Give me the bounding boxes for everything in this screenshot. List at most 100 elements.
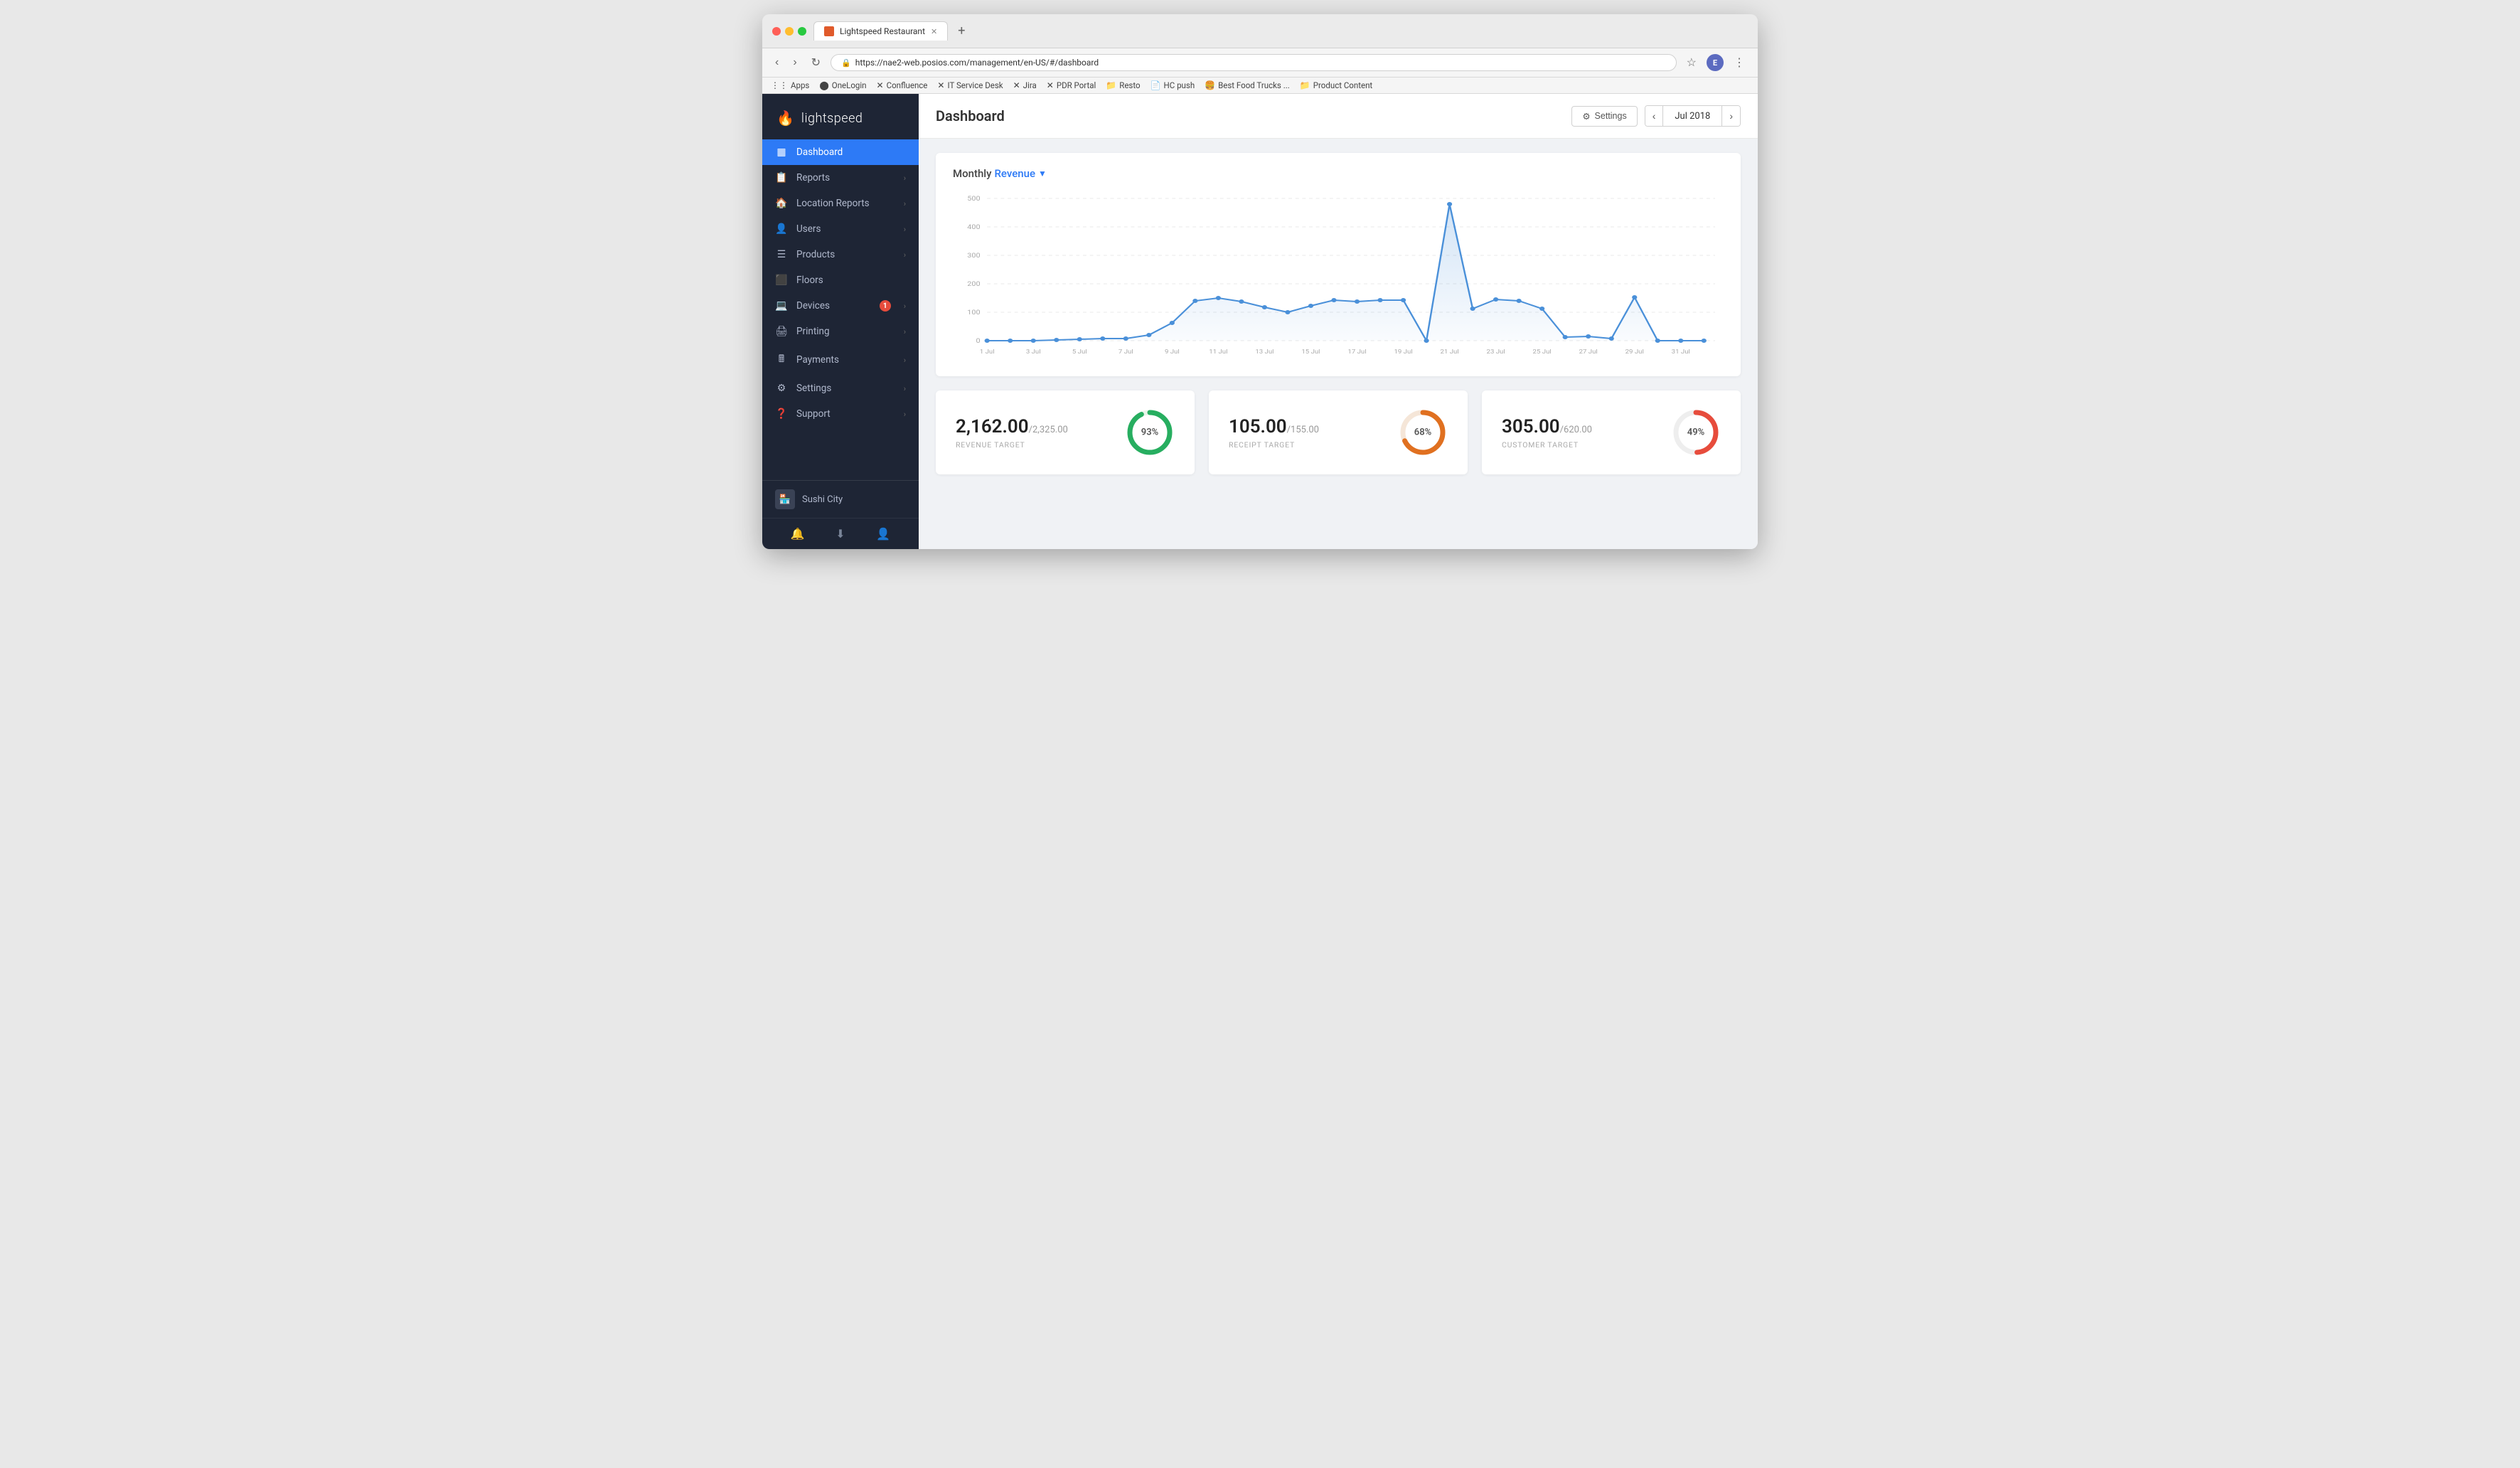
receipt-stat-value: 105.00/155.00 [1229,416,1319,437]
sidebar-item-reports-label: Reports [796,172,830,184]
bookmark-hc-push[interactable]: 📄 HC push [1150,80,1195,90]
bookmark-confluence[interactable]: ✕ Confluence [877,80,928,90]
tab-close-button[interactable]: ✕ [931,27,937,36]
location-item[interactable]: 🏪 Sushi City [775,489,906,509]
customer-donut-label: 49% [1687,427,1704,438]
sidebar-item-location-reports[interactable]: 🏠 Location Reports › [762,191,919,216]
bookmark-it-service-desk[interactable]: ✕ IT Service Desk [937,80,1003,90]
browser-tab[interactable]: Lightspeed Restaurant ✕ [813,21,948,41]
floors-icon: ⬛ [775,275,788,286]
customer-stat-card: 305.00/620.00 CUSTOMER TARGET 49% [1482,390,1741,474]
tab-title: Lightspeed Restaurant [840,26,925,36]
settings-button[interactable]: ⚙ Settings [1571,106,1637,127]
bookmark-pdr-portal-label: PDR Portal [1057,80,1096,90]
month-prev-button[interactable]: ‹ [1645,106,1664,126]
it-service-desk-icon: ✕ [937,80,944,90]
browser-titlebar: Lightspeed Restaurant ✕ + [762,14,1758,48]
sidebar-item-settings[interactable]: ⚙ Settings › [762,376,919,401]
users-arrow-icon: › [904,225,906,234]
user-profile-button[interactable]: 👤 [876,527,890,541]
jira-icon: ✕ [1013,80,1020,90]
receipt-donut-label: 68% [1414,427,1431,438]
chart-wrapper: 500 400 300 200 100 0 [953,191,1724,362]
forward-button[interactable]: › [789,55,801,70]
sidebar-logo: 🔥 lightspeed [762,94,919,139]
bookmark-apps-label: Apps [791,80,809,90]
location-icon: 🏪 [775,489,795,509]
bookmark-best-food-trucks[interactable]: 🍔 Best Food Trucks ... [1205,80,1290,90]
tab-favicon [824,26,834,36]
settings-arrow-icon: › [904,384,906,393]
download-button[interactable]: ⬇ [835,527,845,541]
sidebar-item-floors[interactable]: ⬛ Floors [762,267,919,293]
bookmark-pdr-portal[interactable]: ✕ PDR Portal [1047,80,1096,90]
sidebar-item-support[interactable]: ❓ Support › [762,401,919,427]
logo-text[interactable]: lightspeed [801,111,863,126]
sidebar-item-dashboard-label: Dashboard [796,147,843,158]
minimize-button[interactable] [785,27,794,36]
chart-title-part1: Monthly [953,167,991,180]
dashboard-body: Monthly Revenue ▼ [919,139,1758,549]
reports-icon: 📋 [775,172,788,184]
svg-text:25 Jul: 25 Jul [1533,349,1552,356]
bookmark-onelogin-label: OneLogin [832,80,867,90]
bookmark-jira-label: Jira [1023,80,1037,90]
sidebar-item-users[interactable]: 👤 Users › [762,216,919,242]
receipt-stat-label: RECEIPT TARGET [1229,440,1319,450]
new-tab-button[interactable]: + [958,23,965,38]
sidebar-item-devices[interactable]: 💻 Devices 1 › [762,293,919,319]
main-header: Dashboard ⚙ Settings ‹ Jul 2018 › [919,94,1758,139]
sidebar-actions: 🔔 ⬇ 👤 [762,518,919,549]
notifications-button[interactable]: 🔔 [791,527,805,541]
bookmark-onelogin[interactable]: ⬤ OneLogin [819,80,866,90]
close-button[interactable] [772,27,781,36]
chart-card: Monthly Revenue ▼ [936,153,1741,376]
svg-text:200: 200 [967,281,981,288]
svg-text:3 Jul: 3 Jul [1026,349,1041,356]
revenue-stat-label: REVENUE TARGET [956,440,1068,450]
svg-text:500: 500 [967,196,981,203]
svg-text:15 Jul: 15 Jul [1301,349,1320,356]
sidebar-item-printing[interactable]: 🖨 Printing › [762,319,919,344]
user-avatar[interactable]: E [1707,54,1724,71]
devices-badge: 1 [880,300,891,312]
back-button[interactable]: ‹ [771,55,783,70]
bookmark-product-content[interactable]: 📁 Product Content [1300,80,1372,90]
dashboard-icon: ▦ [775,147,788,158]
svg-text:1 Jul: 1 Jul [980,349,995,356]
svg-text:29 Jul: 29 Jul [1625,349,1644,356]
devices-icon: 💻 [775,300,788,312]
reload-button[interactable]: ↻ [807,54,825,71]
confluence-icon: ✕ [877,80,884,90]
address-bar[interactable]: 🔒 https://nae2-web.posios.com/management… [831,54,1677,71]
location-name: Sushi City [802,494,843,505]
svg-text:23 Jul: 23 Jul [1487,349,1505,356]
maximize-button[interactable] [798,27,806,36]
settings-nav-icon: ⚙ [775,383,788,394]
bookmark-resto[interactable]: 📁 Resto [1106,80,1140,90]
apps-icon: ⋮⋮ [771,80,788,90]
month-next-button[interactable]: › [1721,106,1740,126]
toolbar-actions: ☆ E ⋮ [1682,54,1749,71]
sidebar-item-payments[interactable]: 🖩 Payments › [762,344,919,376]
sidebar-item-dashboard[interactable]: ▦ Dashboard [762,139,919,165]
sidebar-item-reports[interactable]: 📋 Reports › [762,165,919,191]
customer-stat-value: 305.00/620.00 [1502,416,1592,437]
settings-btn-label: Settings [1595,111,1627,121]
svg-text:27 Jul: 27 Jul [1579,349,1598,356]
sidebar-item-products[interactable]: ☰ Products › [762,242,919,267]
menu-button[interactable]: ⋮ [1729,54,1749,71]
printing-arrow-icon: › [904,327,906,336]
url-text: https://nae2-web.posios.com/management/e… [855,58,1099,68]
chart-dropdown-button[interactable]: ▼ [1038,169,1047,179]
bookmark-apps[interactable]: ⋮⋮ Apps [771,80,809,90]
location-reports-arrow-icon: › [904,199,906,208]
sidebar-location[interactable]: 🏪 Sushi City [762,480,919,518]
bookmark-star-button[interactable]: ☆ [1682,54,1701,71]
revenue-stat-value: 2,162.00/2,325.00 [956,416,1068,437]
bookmark-jira[interactable]: ✕ Jira [1013,80,1037,90]
sidebar-item-support-label: Support [796,408,831,420]
resto-icon: 📁 [1106,80,1116,90]
main-content: Dashboard ⚙ Settings ‹ Jul 2018 › [919,94,1758,549]
month-label: Jul 2018 [1663,107,1721,126]
